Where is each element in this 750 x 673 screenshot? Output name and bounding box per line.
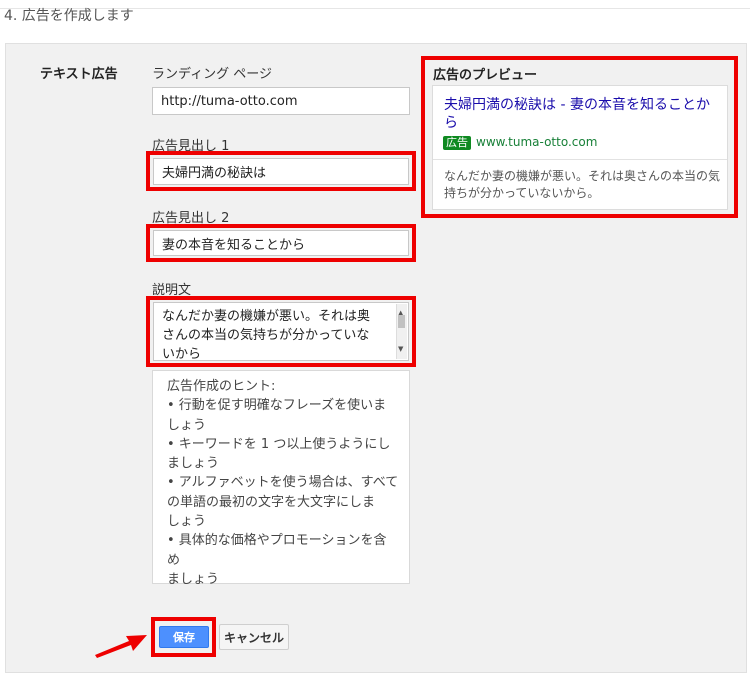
ad-preview-divider [433, 159, 727, 160]
landing-page-label: ランディング ページ [152, 67, 272, 82]
scroll-down-arrow-icon[interactable]: ▼ [398, 340, 403, 359]
section-label: テキスト広告 [40, 67, 118, 82]
ad-preview-url: www.tuma-otto.com [476, 135, 598, 149]
hint-line: • キーワードを 1 つ以上使うようにし [167, 436, 391, 452]
scroll-thumb[interactable] [398, 315, 405, 328]
hint-line: • 行動を促す明確なフレーズを使いま [167, 398, 387, 414]
description-line: なんだか妻の機嫌が悪い。それは奥 [162, 309, 371, 324]
headline2-input[interactable]: 妻の本音を知ることから [153, 230, 409, 256]
headline2-value: 妻の本音を知ることから [162, 237, 306, 253]
landing-page-input[interactable]: http://tuma-otto.com [152, 87, 410, 115]
ad-preview-headline[interactable]: 夫婦円満の秘訣は - 妻の本音を知ることから [444, 96, 722, 132]
hint-line: の単語の最初の文字を大文字にしま [167, 494, 376, 510]
headline1-value: 夫婦円満の秘訣は [162, 166, 267, 181]
description-line: いから [162, 347, 202, 361]
description-scrollbar[interactable]: ▲ ▼ [396, 304, 407, 359]
hint-line: ましょう [167, 571, 220, 587]
hint-line: しょう [167, 514, 207, 530]
hint-line: • アルファベットを使う場合は、すべて [167, 475, 399, 491]
hint-line: ましょう [167, 456, 220, 472]
red-arrow-icon [95, 635, 147, 658]
preview-title: 広告のプレビュー [433, 68, 538, 83]
hints-title: 広告作成のヒント: [167, 379, 276, 394]
ad-badge: 広告 [443, 136, 471, 150]
ad-hints-box: 広告作成のヒント: • 行動を促す明確なフレーズを使いま しょう • キーワード… [152, 370, 410, 587]
description-line: さんの本当の気持ちが分かっていな [162, 328, 370, 343]
landing-page-value: http://tuma-otto.com [161, 93, 298, 109]
ad-preview-description: なんだか妻の機嫌が悪い。それは奥さんの本当の気持ちが分かっていないから。 [444, 169, 721, 200]
description-textarea[interactable]: なんだか妻の機嫌が悪い。それは奥 さんの本当の気持ちが分かっていな いから ▲ … [153, 302, 409, 361]
save-button[interactable]: 保存 [159, 626, 209, 648]
hint-line: • 具体的な価格やプロモーションを含め [167, 533, 387, 568]
cancel-button[interactable]: キャンセル [219, 624, 289, 650]
step-title: 4. 広告を作成します [4, 8, 134, 24]
hint-line: しょう [167, 417, 207, 433]
headline1-input[interactable]: 夫婦円満の秘訣は [153, 158, 409, 185]
